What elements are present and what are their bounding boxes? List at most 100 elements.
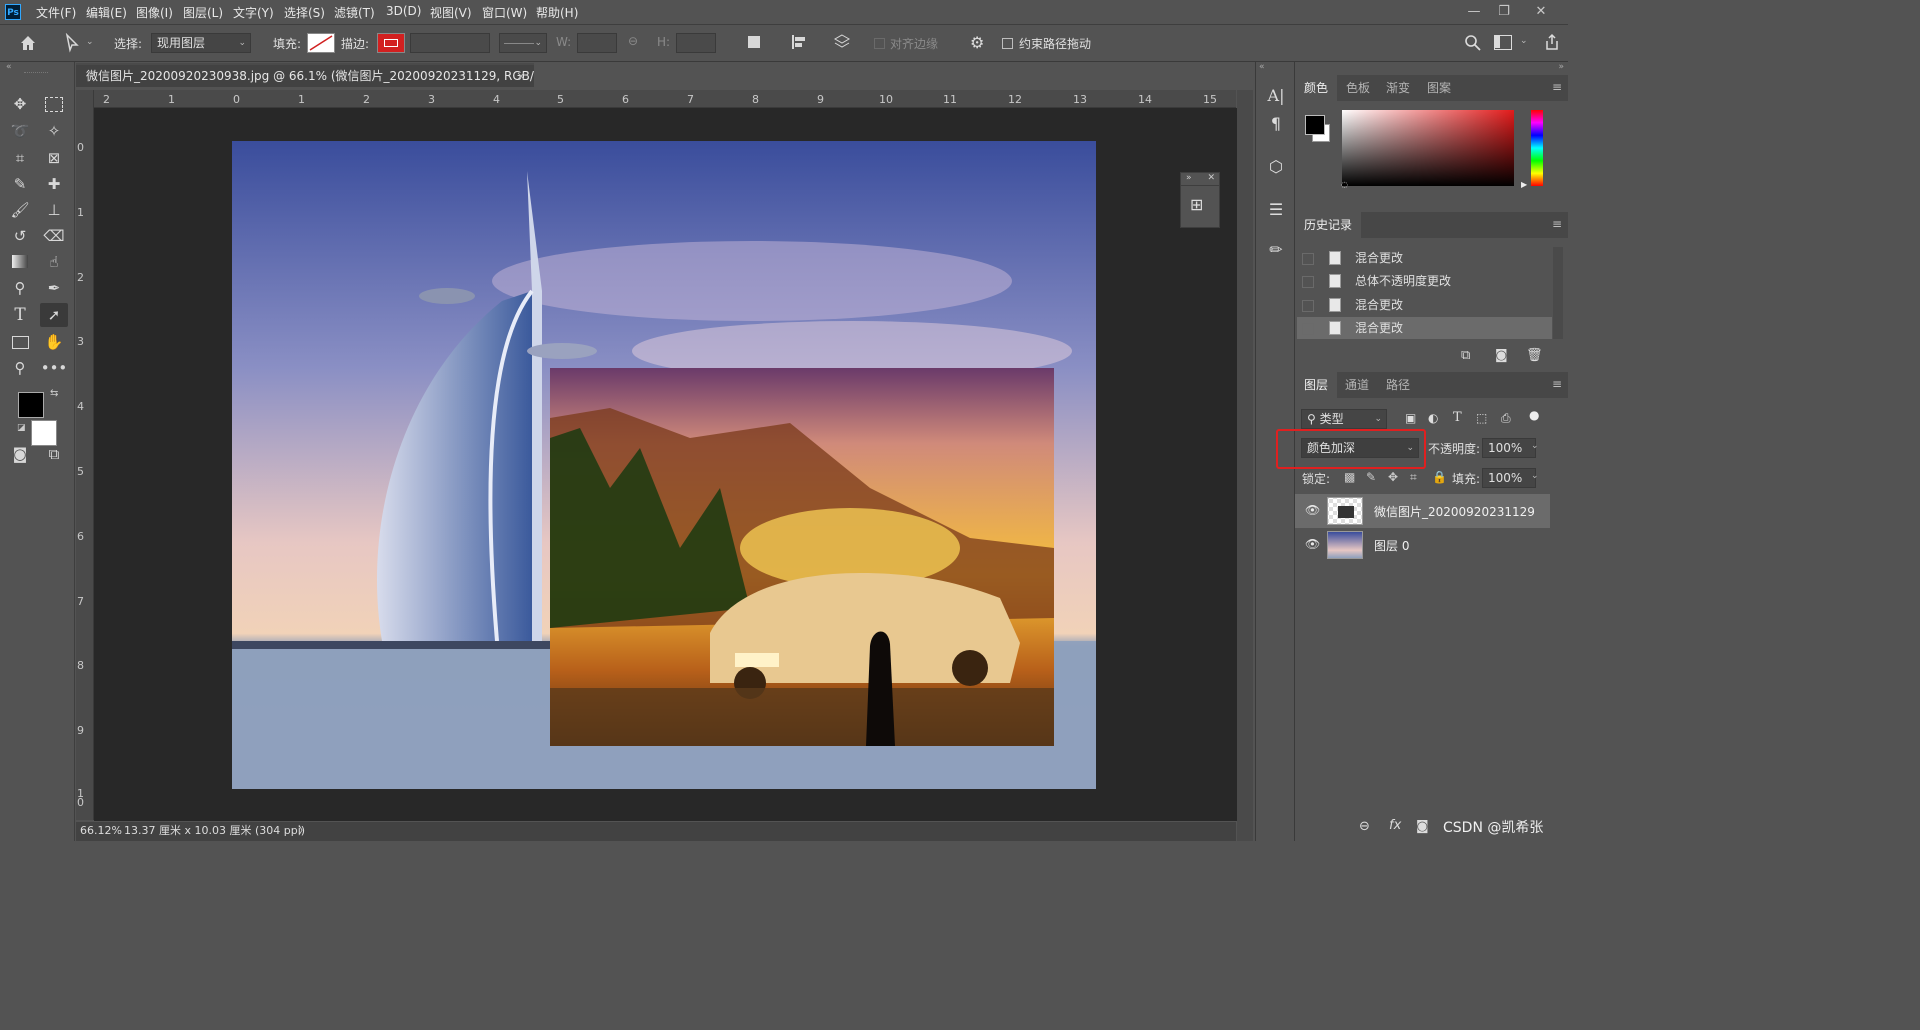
constrain-path-checkbox[interactable] [1002, 38, 1013, 49]
healing-brush-tool-icon[interactable]: ✚ [40, 172, 68, 196]
frame-tool-icon[interactable]: ⊠ [40, 146, 68, 170]
lock-position-icon[interactable]: ✥ [1388, 470, 1398, 484]
eraser-tool-icon[interactable]: ⌫ [40, 224, 68, 248]
screen-mode-icon[interactable]: ⧉ [40, 442, 68, 466]
link-icon[interactable]: ⊖ [628, 34, 638, 48]
hand-tool-icon[interactable]: ✋ [40, 330, 68, 354]
restore-button[interactable]: ❐ [1487, 2, 1521, 22]
eyedropper-tool-icon[interactable]: ✎ [6, 172, 34, 196]
menu-layer[interactable]: 图层(L) [183, 4, 223, 21]
home-icon[interactable] [18, 33, 38, 53]
character-panel-icon[interactable]: A| [1265, 85, 1287, 107]
opacity-field[interactable]: 100% [1482, 438, 1536, 458]
status-menu-arrow[interactable]: 〉 [298, 822, 309, 840]
tab-swatches[interactable]: 色板 [1337, 75, 1379, 101]
color-picker-handle-icon[interactable]: ◌ [1341, 180, 1348, 189]
new-document-from-state-icon[interactable]: ⧉ [1461, 348, 1470, 363]
hue-slider-handle-icon[interactable]: ▶ [1521, 180, 1527, 189]
menu-window[interactable]: 窗口(W) [482, 4, 527, 21]
history-scrollbar[interactable] [1553, 247, 1563, 339]
adjustments-panel-icon[interactable]: ☰ [1265, 199, 1287, 221]
rectangle-tool-icon[interactable] [6, 330, 34, 354]
menu-edit[interactable]: 编辑(E) [86, 4, 127, 21]
close-window-button[interactable]: ✕ [1524, 2, 1558, 22]
brush-tool-icon[interactable]: 🖌 [6, 198, 34, 222]
collapse-icon[interactable]: « [6, 62, 12, 72]
menu-type[interactable]: 文字(Y) [233, 4, 274, 21]
move-tool-icon[interactable]: ✥ [6, 92, 34, 116]
hue-slider[interactable] [1531, 110, 1543, 186]
menu-file[interactable]: 文件(F) [36, 4, 76, 21]
minimize-button[interactable]: — [1457, 2, 1491, 22]
lock-all-icon[interactable]: 🔒 [1432, 470, 1447, 484]
lock-artboard-icon[interactable]: ⌗ [1410, 470, 1417, 485]
menu-help[interactable]: 帮助(H) [536, 4, 578, 21]
tab-color[interactable]: 颜色 [1295, 75, 1338, 101]
3d-panel-icon[interactable]: ⬡ [1265, 156, 1287, 178]
path-operations-icon[interactable] [748, 36, 760, 48]
search-icon[interactable] [1464, 34, 1482, 52]
history-item[interactable]: 混合更改 [1297, 294, 1552, 316]
panel-menu-icon[interactable]: ≡ [1552, 377, 1562, 391]
marquee-tool-icon[interactable] [40, 92, 68, 116]
fill-field[interactable]: 100% [1482, 468, 1536, 488]
expand-icon[interactable]: » [1558, 62, 1564, 72]
path-alignment-icon[interactable] [790, 34, 808, 50]
tab-history[interactable]: 历史记录 [1295, 212, 1362, 238]
mask-icon[interactable]: ◙ [1416, 819, 1429, 834]
height-field[interactable] [676, 33, 716, 53]
layer-filter-dropdown[interactable]: ⚲ 类型 ⌄ [1301, 409, 1387, 429]
menu-view[interactable]: 视图(V) [430, 4, 472, 21]
panel-menu-icon[interactable]: ≡ [1552, 217, 1562, 231]
history-item[interactable]: 混合更改 [1297, 247, 1552, 269]
chevron-down-icon[interactable]: ⌄ [1531, 471, 1539, 481]
history-item[interactable]: 总体不透明度更改 [1297, 270, 1552, 292]
menu-3d[interactable]: 3D(D) [386, 4, 421, 18]
lock-transparent-icon[interactable]: ▩ [1344, 470, 1355, 484]
history-item-selected[interactable]: 混合更改 [1297, 317, 1552, 339]
tab-gradients[interactable]: 渐变 [1377, 75, 1419, 101]
pen-tool-icon[interactable]: ✒ [40, 276, 68, 300]
dodge-tool-icon[interactable]: ⚲ [6, 276, 34, 300]
close-panel-icon[interactable]: ✕ [1207, 173, 1215, 183]
fill-swatch[interactable] [307, 33, 335, 53]
more-tools-icon[interactable]: ••• [40, 356, 68, 380]
link-icon[interactable]: ⊖ [1359, 819, 1370, 834]
adjustment-filter-icon[interactable]: ◐ [1428, 411, 1438, 425]
stroke-swatch[interactable] [377, 33, 405, 53]
magic-wand-tool-icon[interactable]: ✧ [40, 119, 68, 143]
chevron-down-icon[interactable]: ⌄ [1531, 441, 1539, 451]
zoom-tool-icon[interactable]: ⚲ [6, 356, 34, 380]
stamp-tool-icon[interactable]: ⊥ [40, 198, 68, 222]
panel-menu-icon[interactable]: ≡ [1552, 80, 1562, 94]
smudge-tool-icon[interactable]: ☝ [40, 250, 68, 274]
tab-channels[interactable]: 通道 [1336, 372, 1378, 398]
stroke-width-field[interactable] [410, 33, 490, 53]
default-colors-icon[interactable]: ◪ [17, 423, 26, 433]
chevron-down-icon[interactable]: ⌄ [1520, 36, 1528, 46]
eye-icon[interactable]: 👁 [1305, 503, 1320, 517]
direct-selection-tool-icon[interactable]: ➚ [40, 303, 68, 327]
foreground-color-chip[interactable] [1305, 115, 1325, 135]
foreground-color-swatch[interactable] [18, 392, 44, 418]
canvas-area[interactable]: » ✕ ⊞ [94, 108, 1237, 821]
trash-icon[interactable]: 🗑 [1526, 348, 1543, 363]
lasso-tool-icon[interactable]: ➰ [6, 119, 34, 143]
workspace-icon[interactable] [1494, 35, 1512, 50]
expand-icon[interactable]: » [1186, 173, 1192, 183]
camera-icon[interactable]: ◙ [1495, 348, 1508, 363]
path-arrangement-icon[interactable] [832, 33, 852, 51]
chevron-down-icon[interactable]: ⌄ [86, 37, 94, 47]
layer-row[interactable]: 👁 图层 0 [1295, 528, 1550, 562]
gradient-tool-icon[interactable] [6, 250, 34, 274]
share-icon[interactable] [1543, 33, 1561, 51]
type-filter-icon[interactable]: T [1453, 410, 1462, 425]
menu-filter[interactable]: 滤镜(T) [334, 4, 375, 21]
color-field[interactable] [1342, 110, 1514, 186]
menu-select[interactable]: 选择(S) [284, 4, 325, 21]
properties-icon[interactable]: ⊞ [1190, 195, 1203, 214]
brush-settings-icon[interactable]: ✏ [1265, 239, 1287, 261]
width-field[interactable] [577, 33, 617, 53]
history-brush-tool-icon[interactable]: ↺ [6, 224, 34, 248]
lock-image-icon[interactable]: ✎ [1366, 470, 1376, 484]
